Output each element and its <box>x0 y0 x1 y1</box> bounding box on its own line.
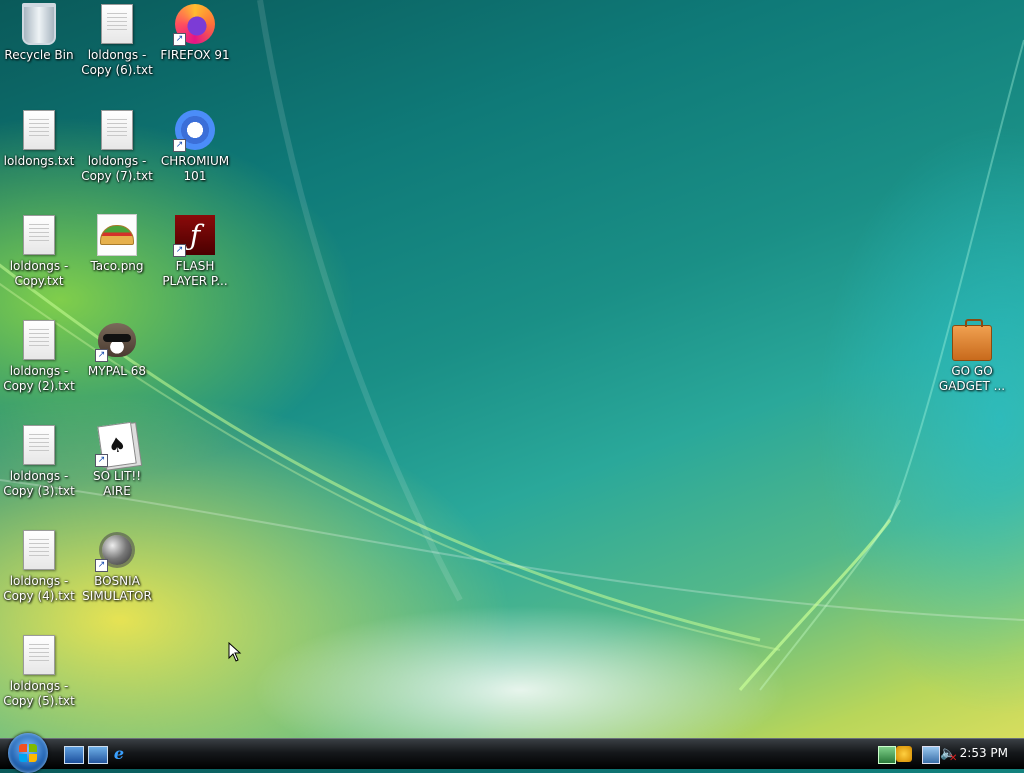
desktop-icon-label: loldongs - Copy (3).txt <box>3 469 75 498</box>
desktop-icon-label: loldongs.txt <box>3 154 75 168</box>
desktop-icon-label: loldongs - Copy (5).txt <box>3 679 75 708</box>
desktop-icon-loldongs-txt[interactable]: loldongs.txt <box>1 110 77 169</box>
desktop-icon-recycle-bin[interactable]: Recycle Bin <box>1 3 77 63</box>
desktop-icon-label: GO GO GADGET ... <box>938 364 1006 393</box>
network-icon[interactable] <box>878 746 896 764</box>
desktop-icon-label: loldongs - Copy (2).txt <box>3 364 75 393</box>
desktop-icon-label: MYPAL 68 <box>87 364 147 378</box>
desktop-icon-loldongs-copy-txt[interactable]: loldongs - Copy.txt <box>1 215 77 289</box>
desktop-icon-label: FLASH PLAYER P... <box>162 259 228 288</box>
internet-explorer-icon[interactable]: e <box>110 745 128 763</box>
desktop-icon-loldongs-copy-3[interactable]: loldongs - Copy (3).txt <box>1 425 77 499</box>
desktop-icon-label: CHROMIUM 101 <box>160 154 230 183</box>
system-tray: 🔈 ✕ 2:53 PM <box>864 739 1024 769</box>
shortcut-arrow-icon: ↗ <box>95 454 108 467</box>
desktop-icon-label: FIREFOX 91 <box>160 48 230 62</box>
text-file-icon <box>101 110 133 150</box>
desktop-icon-label: Recycle Bin <box>4 48 74 62</box>
windows-logo-icon <box>19 744 37 762</box>
desktop-icon-bosnia-simulator[interactable]: ↗ BOSNIA SIMULATOR <box>79 530 155 604</box>
text-file-icon <box>23 110 55 150</box>
desktop-icon-loldongs-copy-7[interactable]: loldongs - Copy (7).txt <box>79 110 155 184</box>
desktop-icon-chromium-101[interactable]: ↗ CHROMIUM 101 <box>157 110 233 184</box>
display-icon[interactable] <box>922 746 940 764</box>
security-icon[interactable] <box>896 746 912 762</box>
shortcut-arrow-icon: ↗ <box>173 33 186 46</box>
desktop-icon-label: BOSNIA SIMULATOR <box>82 574 152 603</box>
desktop-icon-mypal-68[interactable]: ↗ MYPAL 68 <box>79 320 155 379</box>
desktop-icon-label: Taco.png <box>90 259 144 273</box>
start-button[interactable] <box>8 733 48 773</box>
switch-windows-icon[interactable] <box>88 746 108 764</box>
desktop-icon-so-lit-aire[interactable]: ♠ ↗ SO LIT!! AIRE <box>79 421 155 499</box>
desktop-icon-flash-player[interactable]: ƒ ↗ FLASH PLAYER P... <box>157 215 233 289</box>
briefcase-icon <box>952 319 992 361</box>
desktop-icon-go-go-gadget[interactable]: GO GO GADGET ... <box>934 319 1010 394</box>
text-file-icon <box>101 4 133 44</box>
desktop-icon-label: loldongs - Copy (4).txt <box>3 574 75 603</box>
taco-image-icon <box>97 214 137 256</box>
show-desktop-icon[interactable] <box>64 746 84 764</box>
desktop-icon-label: loldongs - Copy.txt <box>9 259 69 288</box>
desktop-icon-loldongs-copy-4[interactable]: loldongs - Copy (4).txt <box>1 530 77 604</box>
desktop-icon-loldongs-copy-6[interactable]: loldongs - Copy (6).txt <box>79 4 155 78</box>
text-file-icon <box>23 320 55 360</box>
volume-muted-icon[interactable]: 🔈 ✕ <box>940 746 957 764</box>
desktop-icon-label: loldongs - Copy (6).txt <box>81 48 153 77</box>
mouse-cursor-icon <box>228 642 242 662</box>
clock[interactable]: 2:53 PM <box>960 746 1008 760</box>
recycle-bin-icon <box>22 3 56 45</box>
text-file-icon <box>23 425 55 465</box>
text-file-icon <box>23 635 55 675</box>
desktop-icon-loldongs-copy-5[interactable]: loldongs - Copy (5).txt <box>1 635 77 709</box>
desktop-icon-label: loldongs - Copy (7).txt <box>81 154 153 183</box>
desktop-icon-firefox-91[interactable]: ↗ FIREFOX 91 <box>157 4 233 63</box>
desktop-icon-taco-png[interactable]: Taco.png <box>79 214 155 274</box>
taskbar: e 🔈 ✕ 2:53 PM <box>0 733 1024 773</box>
shortcut-arrow-icon: ↗ <box>173 244 186 257</box>
shortcut-arrow-icon: ↗ <box>95 349 108 362</box>
shortcut-arrow-icon: ↗ <box>95 559 108 572</box>
text-file-icon <box>23 530 55 570</box>
text-file-icon <box>23 215 55 255</box>
desktop-icon-loldongs-copy-2[interactable]: loldongs - Copy (2).txt <box>1 320 77 394</box>
shortcut-arrow-icon: ↗ <box>173 139 186 152</box>
desktop-icon-label: SO LIT!! AIRE <box>92 469 142 498</box>
